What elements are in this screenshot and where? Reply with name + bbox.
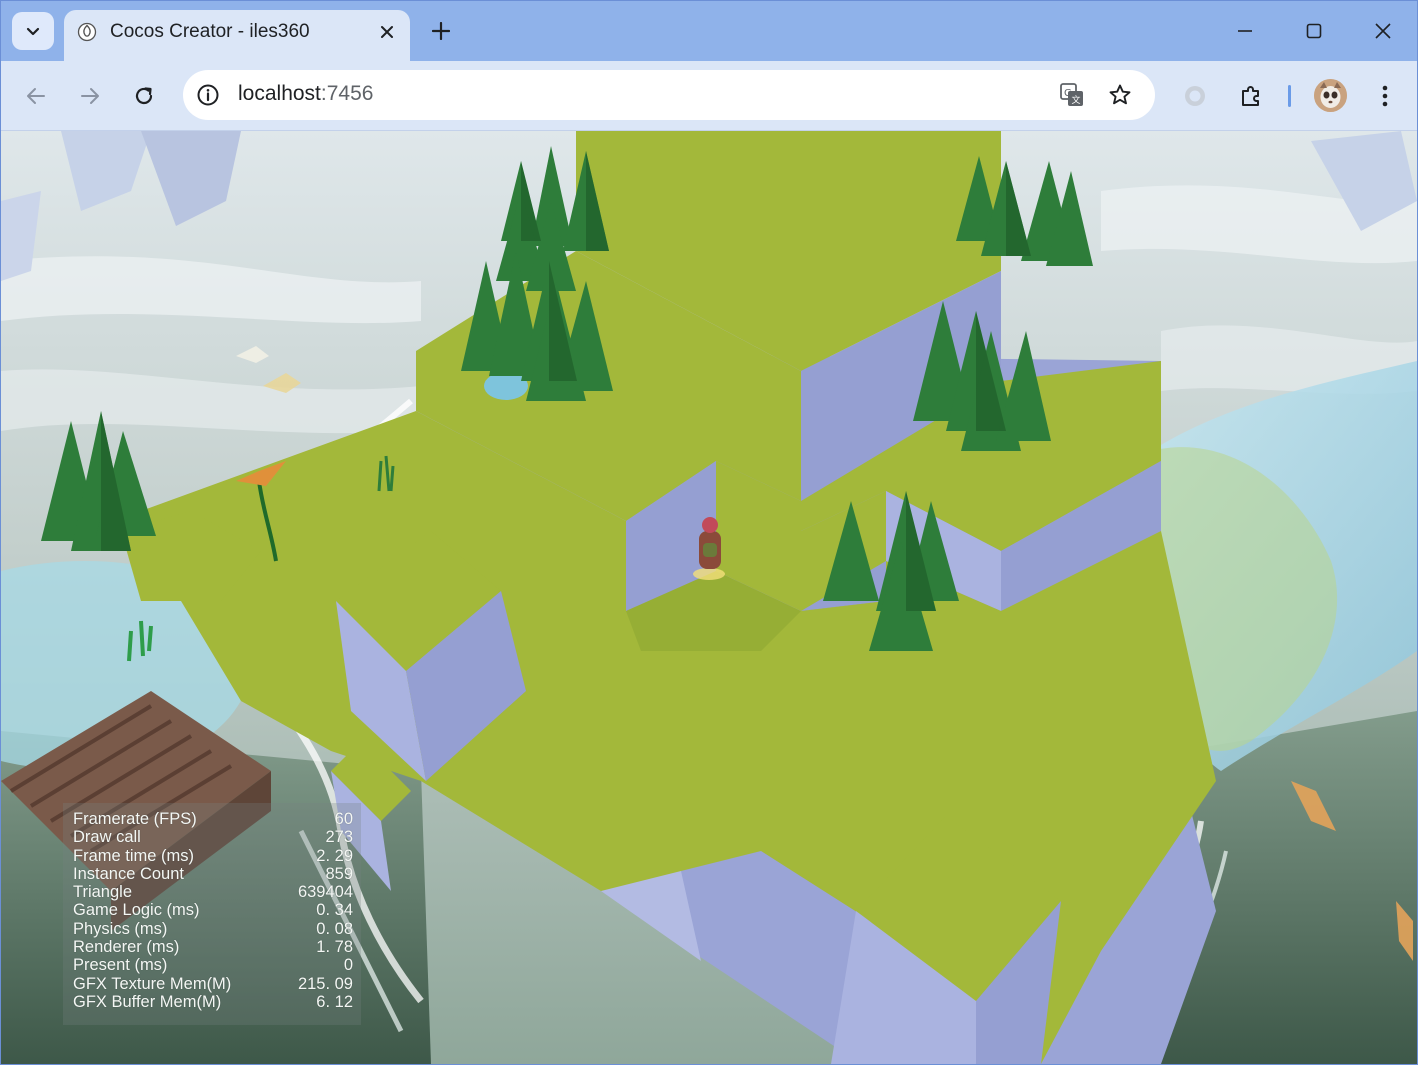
stat-label: Draw call	[73, 828, 141, 847]
arrow-right-icon	[81, 88, 99, 104]
svg-text:文: 文	[1072, 94, 1081, 106]
close-window-button[interactable]	[1361, 13, 1405, 49]
stat-value: 60	[334, 810, 353, 828]
stat-value: 859	[325, 864, 353, 883]
tab-strip: Cocos Creator - iles360	[1, 1, 1417, 61]
tab-title: Cocos Creator - iles360	[110, 21, 310, 42]
maximize-button[interactable]	[1292, 13, 1336, 49]
arrow-left-icon	[27, 88, 45, 104]
profile-avatar-button[interactable]	[1314, 79, 1347, 112]
avatar-icon	[1314, 79, 1347, 112]
circle-icon	[1185, 86, 1205, 106]
stat-label: Instance Count	[73, 864, 184, 883]
stat-row: Instance Count 859	[73, 865, 353, 883]
stat-label: Renderer (ms)	[73, 938, 180, 957]
stat-label: Frame time (ms)	[73, 846, 194, 865]
stats-overlay: Framerate (FPS) 60 Draw call 273 Frame tim…	[63, 803, 361, 1025]
minimize-button[interactable]	[1223, 13, 1267, 49]
close-icon	[381, 26, 393, 38]
active-tab[interactable]: Cocos Creator - iles360	[64, 10, 410, 61]
stat-row: Framerate (FPS) 60	[73, 810, 353, 828]
stat-label: GFX Buffer Mem(M)	[73, 992, 222, 1011]
stat-row: Draw call 273	[73, 828, 353, 846]
stat-value: 0	[343, 956, 353, 975]
browser-window: Cocos Creator - iles360 localhost:7456 G…	[0, 0, 1418, 1065]
stat-row: Game Logic (ms) 0. 34	[73, 901, 353, 919]
cocos-logo-icon	[77, 22, 97, 42]
kebab-menu-icon	[1382, 85, 1388, 107]
stat-row: Frame time (ms) 2. 29	[73, 847, 353, 865]
stat-row: Physics (ms) 0. 08	[73, 920, 353, 938]
stat-label: Triangle	[73, 883, 132, 902]
extensions-menu-button[interactable]	[1233, 78, 1269, 114]
plus-icon	[432, 22, 450, 40]
translate-button[interactable]: G文	[1057, 80, 1087, 110]
terrace-pond	[484, 372, 528, 400]
stat-label: Framerate (FPS)	[73, 810, 197, 828]
stat-label: Game Logic (ms)	[73, 901, 200, 920]
stat-value: 215. 09	[297, 974, 353, 993]
bookmark-button[interactable]	[1105, 80, 1135, 110]
url-text[interactable]: localhost:7456	[238, 82, 373, 106]
stat-row: Present (ms) 0	[73, 956, 353, 974]
stat-row: Triangle 639404	[73, 883, 353, 901]
url-port: :7456	[320, 82, 374, 105]
stat-row: GFX Texture Mem(M) 215. 09	[73, 975, 353, 993]
toolbar-separator	[1288, 85, 1291, 107]
browser-menu-button[interactable]	[1367, 78, 1403, 114]
address-bar[interactable]: localhost:7456 G文	[183, 70, 1155, 120]
stat-value: 639404	[297, 883, 353, 902]
stat-value: 1. 78	[316, 938, 353, 957]
tab-close-button[interactable]	[374, 19, 400, 45]
tab-search-button[interactable]	[12, 12, 54, 50]
chevron-down-icon	[26, 27, 40, 36]
reload-button[interactable]	[125, 77, 163, 115]
stat-row: GFX Buffer Mem(M) 6. 12	[73, 993, 353, 1011]
extension-button[interactable]	[1177, 78, 1213, 114]
close-icon	[1375, 23, 1391, 39]
browser-toolbar: localhost:7456 G文	[1, 61, 1417, 131]
stat-value: 0. 34	[316, 901, 353, 920]
puzzle-icon	[1242, 86, 1259, 106]
stat-row: Renderer (ms) 1. 78	[73, 938, 353, 956]
stat-value: 2. 29	[316, 846, 353, 865]
stat-value: 273	[325, 828, 353, 847]
info-icon	[197, 84, 219, 106]
stat-label: Present (ms)	[73, 956, 168, 975]
url-host: localhost	[238, 82, 321, 105]
game-canvas[interactable]: Framerate (FPS) 60 Draw call 273 Frame tim…	[1, 131, 1417, 1064]
star-icon	[1109, 84, 1131, 105]
stat-label: Physics (ms)	[73, 919, 168, 938]
forward-button[interactable]	[71, 77, 109, 115]
stat-label: GFX Texture Mem(M)	[73, 974, 232, 993]
back-button[interactable]	[17, 77, 55, 115]
maximize-icon	[1306, 23, 1322, 39]
stat-value: 0. 08	[316, 919, 353, 938]
new-tab-button[interactable]	[426, 16, 456, 46]
site-info-button[interactable]	[195, 82, 221, 108]
minimize-icon	[1238, 30, 1252, 32]
translate-icon: G文	[1060, 83, 1083, 106]
reload-icon	[135, 87, 153, 105]
stat-value: 6. 12	[316, 992, 353, 1011]
